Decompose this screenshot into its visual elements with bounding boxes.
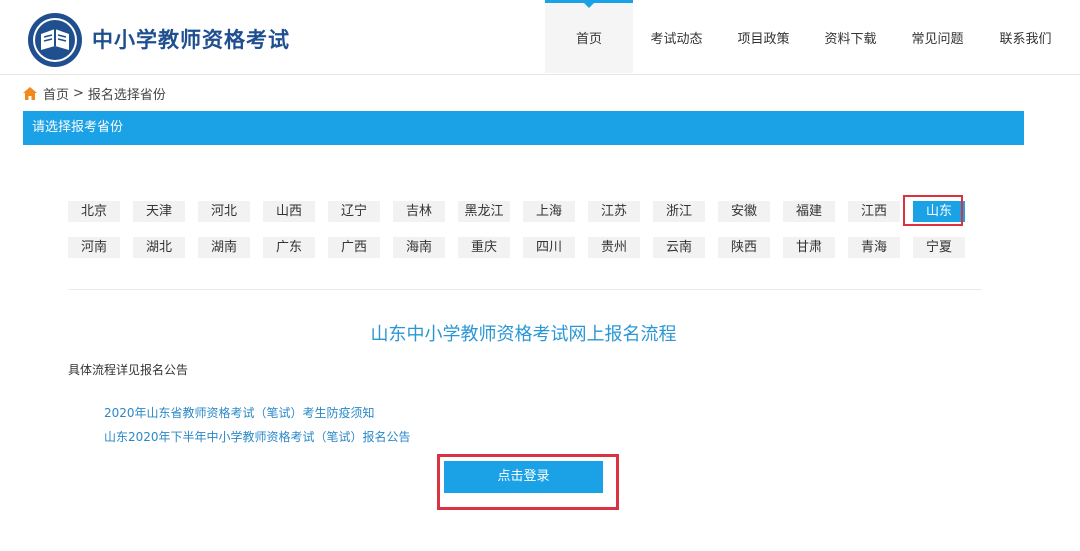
login-button[interactable]: 点击登录 — [444, 461, 603, 493]
home-icon — [23, 86, 37, 100]
province-shanxi[interactable]: 山西 — [263, 201, 315, 222]
province-row-1: 北京 天津 河北 山西 辽宁 吉林 黑龙江 上海 江苏 浙江 安徽 福建 江西 … — [68, 201, 978, 222]
province-guangxi[interactable]: 广西 — [328, 237, 380, 258]
province-henan[interactable]: 河南 — [68, 237, 120, 258]
province-gansu[interactable]: 甘肃 — [783, 237, 835, 258]
province-hebei[interactable]: 河北 — [198, 201, 250, 222]
province-sichuan[interactable]: 四川 — [523, 237, 575, 258]
registration-notice-link[interactable]: 山东2020年下半年中小学教师资格考试（笔试）报名公告 — [104, 428, 411, 445]
province-hunan[interactable]: 湖南 — [198, 237, 250, 258]
section-divider — [68, 289, 982, 290]
breadcrumb-current: 报名选择省份 — [87, 87, 166, 103]
nav-home[interactable]: 首页 — [545, 0, 633, 73]
nav-contact[interactable]: 联系我们 — [981, 0, 1070, 73]
province-hainan[interactable]: 海南 — [393, 237, 445, 258]
province-liaoning[interactable]: 辽宁 — [328, 201, 380, 222]
province-yunnan[interactable]: 云南 — [653, 237, 705, 258]
main-nav: 首页 考试动态 项目政策 资料下载 常见问题 联系我们 — [545, 0, 1070, 73]
breadcrumb-home-link[interactable]: 首页 — [43, 84, 69, 103]
site-header: 中小学教师资格考试 首页 考试动态 项目政策 资料下载 常见问题 联系我们 — [0, 0, 1080, 75]
breadcrumb-separator: > — [73, 85, 84, 101]
nav-exam-news[interactable]: 考试动态 — [633, 0, 720, 73]
province-ningxia[interactable]: 宁夏 — [913, 237, 965, 258]
province-hubei[interactable]: 湖北 — [133, 237, 185, 258]
province-beijing[interactable]: 北京 — [68, 201, 120, 222]
nav-downloads[interactable]: 资料下载 — [807, 0, 894, 73]
process-note: 具体流程详见报名公告 — [68, 363, 189, 377]
province-guangdong[interactable]: 广东 — [263, 237, 315, 258]
site-logo-icon[interactable] — [27, 12, 83, 68]
province-anhui[interactable]: 安徽 — [718, 201, 770, 222]
process-title: 山东中小学教师资格考试网上报名流程 — [370, 324, 677, 345]
site-title[interactable]: 中小学教师资格考试 — [92, 24, 290, 54]
province-jiangsu[interactable]: 江苏 — [588, 201, 640, 222]
province-jiangxi[interactable]: 江西 — [848, 201, 900, 222]
epidemic-notice-link[interactable]: 2020年山东省教师资格考试（笔试）考生防疫须知 — [104, 404, 375, 421]
section-banner: 请选择报考省份 — [23, 111, 1024, 145]
nav-project-policy[interactable]: 项目政策 — [720, 0, 807, 73]
province-shandong[interactable]: 山东 — [913, 201, 965, 222]
province-tianjin[interactable]: 天津 — [133, 201, 185, 222]
province-chongqing[interactable]: 重庆 — [458, 237, 510, 258]
province-zhejiang[interactable]: 浙江 — [653, 201, 705, 222]
province-qinghai[interactable]: 青海 — [848, 237, 900, 258]
province-jilin[interactable]: 吉林 — [393, 201, 445, 222]
breadcrumb: 首页 > 报名选择省份 — [23, 84, 166, 103]
province-fujian[interactable]: 福建 — [783, 201, 835, 222]
province-shanghai[interactable]: 上海 — [523, 201, 575, 222]
province-row-2: 河南 湖北 湖南 广东 广西 海南 重庆 四川 贵州 云南 陕西 甘肃 青海 宁… — [68, 237, 978, 258]
province-shaanxi[interactable]: 陕西 — [718, 237, 770, 258]
province-heilongjiang[interactable]: 黑龙江 — [458, 201, 510, 222]
province-guizhou[interactable]: 贵州 — [588, 237, 640, 258]
nav-faq[interactable]: 常见问题 — [894, 0, 981, 73]
